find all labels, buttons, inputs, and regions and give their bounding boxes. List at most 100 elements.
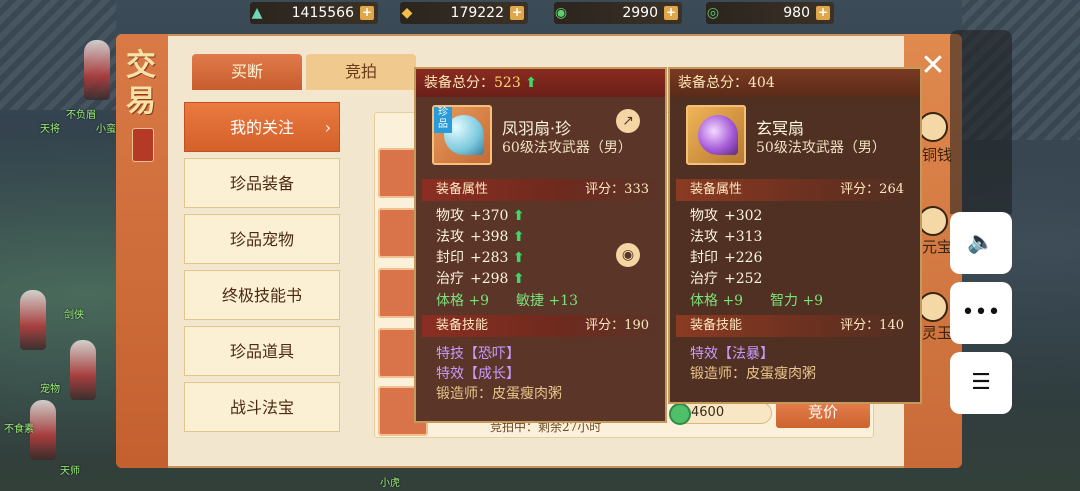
menu-item-rare-items[interactable]: 珍品道具 [184, 326, 340, 376]
attribute-value: +313 [724, 229, 763, 245]
currency-value: 1415566 [291, 5, 354, 21]
npc-name: 小蛮 [96, 124, 116, 135]
side-label-copper[interactable]: 铜钱 [922, 144, 952, 165]
smith-info: 锻造师：皮蛋瘦肉粥 [436, 386, 562, 402]
arrow-up-icon: ⬆ [525, 75, 537, 91]
currency-coin: ◉ 2990 + [554, 2, 682, 24]
item-description: 50级法攻武器（男） [756, 140, 886, 156]
arrow-up-icon: ⬆ [512, 271, 525, 287]
bonus-attribute: 敏捷 +13 [516, 290, 578, 310]
npc-name: 宠物 [40, 384, 60, 395]
fan-icon [698, 115, 738, 155]
item-icon [686, 105, 746, 165]
menu-item-rare-equipment[interactable]: 珍品装备 [184, 158, 340, 208]
attribute-value: +9 [722, 293, 744, 309]
attribute-value: +9 [468, 293, 490, 309]
currency-value: 179222 [450, 5, 504, 21]
add-currency-button[interactable]: + [360, 6, 374, 20]
npc-character[interactable] [84, 40, 110, 100]
attribute-value: +298 [470, 271, 509, 287]
attribute-row: 物攻 +302 [690, 205, 762, 225]
equipment-tooltip-selected: 装备总分：523 ⬆ 珍品 凤羽扇·珍 60级法攻武器（男） ↗ 装备属性 评分… [414, 67, 667, 423]
bonus-attribute: 体格 +9 [436, 290, 489, 310]
rare-badge: 珍品 [434, 107, 452, 133]
side-label-ingot[interactable]: 元宝 [922, 236, 952, 257]
attribute-label: 封印 [690, 250, 718, 266]
attribute-label: 法攻 [690, 229, 718, 245]
attribute-row: 治疗 +252 [690, 268, 762, 288]
jade-coin-icon[interactable] [918, 292, 948, 322]
more-icon[interactable]: ••• [950, 282, 1012, 344]
seal-icon [132, 128, 154, 162]
npc-name: 天师 [60, 466, 80, 477]
attribute-value: +283 [470, 250, 509, 266]
attributes-header: 装备属性 评分：333 [422, 179, 659, 201]
copper-coin-icon[interactable] [918, 112, 948, 142]
attribute-row: 封印 +226 [690, 247, 762, 267]
currency-value: 2990 [622, 5, 658, 21]
npc-name: 天将 [40, 124, 60, 135]
gold-ingot-icon: ◆ [401, 5, 413, 21]
skills-header: 装备技能 评分：140 [676, 315, 914, 337]
attribute-label: 体格 [690, 293, 718, 309]
attribute-row: 物攻 +370 ⬆ [436, 205, 525, 225]
npc-character[interactable] [20, 290, 46, 350]
section-title: 装备属性 [436, 182, 489, 197]
equipment-tooltip-equipped: 装备总分：404 玄冥扇 50级法攻武器（男） 装备属性 评分：264 物攻 +3… [668, 67, 922, 404]
attribute-label: 治疗 [690, 271, 718, 287]
attribute-label: 体格 [436, 293, 464, 309]
bonus-attribute: 体格 +9 [690, 290, 743, 310]
npc-name: 不负眉 [66, 110, 96, 121]
attribute-label: 智力 [770, 293, 798, 309]
panel-title: 交易 [126, 48, 156, 119]
eye-icon[interactable]: ◉ [616, 243, 640, 267]
attributes-header: 装备属性 评分：264 [676, 179, 914, 201]
attribute-label: 法攻 [436, 229, 464, 245]
menu-item-battle-treasures[interactable]: 战斗法宝 [184, 382, 340, 432]
add-currency-button[interactable]: + [510, 6, 524, 20]
item-icon: 珍品 [432, 105, 492, 165]
total-score-value: 404 [748, 75, 775, 91]
skill-entry: 特效【法暴】 [690, 346, 774, 362]
ingot-icon[interactable] [918, 206, 948, 236]
tab-buyout[interactable]: 买断 [192, 54, 302, 90]
jade-icon: ▲ [251, 5, 263, 21]
arrow-up-icon: ⬆ [512, 229, 525, 245]
section-score: 评分：333 [585, 182, 649, 197]
section-score: 评分：190 [585, 318, 649, 333]
menu-item-rare-pets[interactable]: 珍品宠物 [184, 214, 340, 264]
volume-icon[interactable]: 🔈 [950, 212, 1012, 274]
menu-item-label: 我的关注 [229, 118, 294, 137]
attribute-label: 封印 [436, 250, 464, 266]
npc-character[interactable] [70, 340, 96, 400]
attribute-value: +9 [802, 293, 824, 309]
total-score-header: 装备总分：404 [670, 69, 920, 97]
skill-entry: 特技【恐吓】 [436, 346, 520, 362]
currency-gold: ◆ 179222 + [400, 2, 528, 24]
menu-item-ultimate-skillbooks[interactable]: 终极技能书 [184, 270, 340, 320]
npc-name: 小虎 [380, 478, 400, 489]
menu-item-watchlist[interactable]: 我的关注 › [184, 102, 340, 152]
side-label-jade[interactable]: 灵玉 [922, 322, 952, 343]
tab-auction[interactable]: 竞拍 [306, 54, 416, 90]
share-icon[interactable]: ↗ [616, 109, 640, 133]
add-currency-button[interactable]: + [664, 6, 678, 20]
green-ring-icon: ◎ [706, 5, 720, 21]
item-name: 凤羽扇·珍 [502, 119, 572, 138]
attribute-value: +226 [724, 250, 763, 266]
settings-sliders-icon[interactable]: ☰ [950, 352, 1012, 414]
currency-value: 980 [783, 5, 810, 21]
currency-ring: ◎ 980 + [706, 2, 834, 24]
arrow-up-icon: ⬆ [512, 208, 525, 224]
attribute-value: +370 [470, 208, 509, 224]
skills-header: 装备技能 评分：190 [422, 315, 659, 337]
attribute-value: +398 [470, 229, 509, 245]
arrow-up-icon: ⬆ [512, 250, 525, 266]
smith-info: 锻造师：皮蛋瘦肉粥 [690, 366, 816, 382]
bonus-attribute: 智力 +9 [770, 290, 823, 310]
total-score-header: 装备总分：523 ⬆ [416, 69, 665, 97]
add-currency-button[interactable]: + [816, 6, 830, 20]
attribute-row: 法攻 +313 [690, 226, 762, 246]
attribute-row: 治疗 +298 ⬆ [436, 268, 525, 288]
close-button[interactable]: ✕ [918, 51, 948, 82]
